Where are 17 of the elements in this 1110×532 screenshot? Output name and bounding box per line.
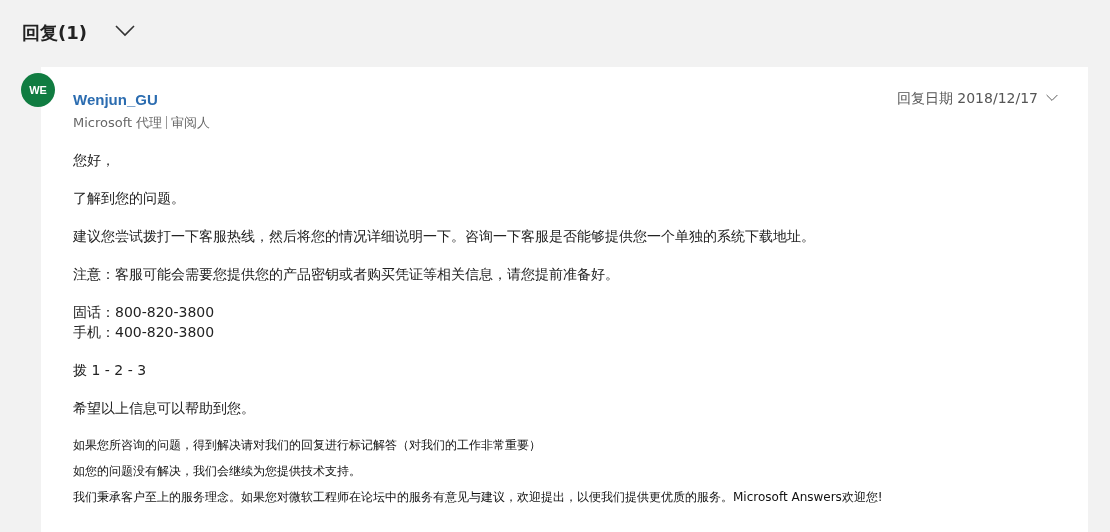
reply-paragraph: 固话：800-820-3800 手机：400-820-3800 [73,303,216,342]
reply-date: 回复日期 2018/12/17 [896,88,1038,108]
author-link[interactable]: Wenjun_GU [73,89,211,112]
reply-paragraph: 我们秉承客户至上的服务理念。如果您对微软工程师在论坛中的服务有意见与建议，欢迎提出，以便我们提供更优质的服务。Microsoft Answers欢迎您! [73,489,884,506]
author-role: Microsoft 代理 [73,113,163,132]
reply-paragraph: 希望以上信息可以帮助到您。 [73,399,256,418]
chevron-down-icon[interactable] [115,25,135,37]
user-avatar[interactable]: WE [21,73,55,107]
reply-paragraph: 拨 1 - 2 - 3 [73,361,148,380]
reviewer-label: 审阅人 [171,113,211,132]
reply-paragraph: 您好， [73,151,116,170]
reply-paragraph: 注意：客服可能会需要您提供您的产品密钥或者购买凭证等相关信息，请您提前准备好。 [73,265,620,284]
reply-paragraph: 如您的问题没有解决，我们会继续为您提供技术支持。 [73,463,362,480]
reply-paragraph: 如果您所咨询的问题，得到解决请对我们的回复进行标记解答（对我们的工作非常重要） [73,437,542,454]
reply-paragraph: 了解到您的问题。 [73,189,186,208]
section-title: 回复(1) [22,21,87,45]
reply-paragraph: 建议您尝试拨打一下客服热线，然后将您的情况详细说明一下。咨询一下客服是否能够提供您一个单独的系统下载地址。 [73,227,816,246]
